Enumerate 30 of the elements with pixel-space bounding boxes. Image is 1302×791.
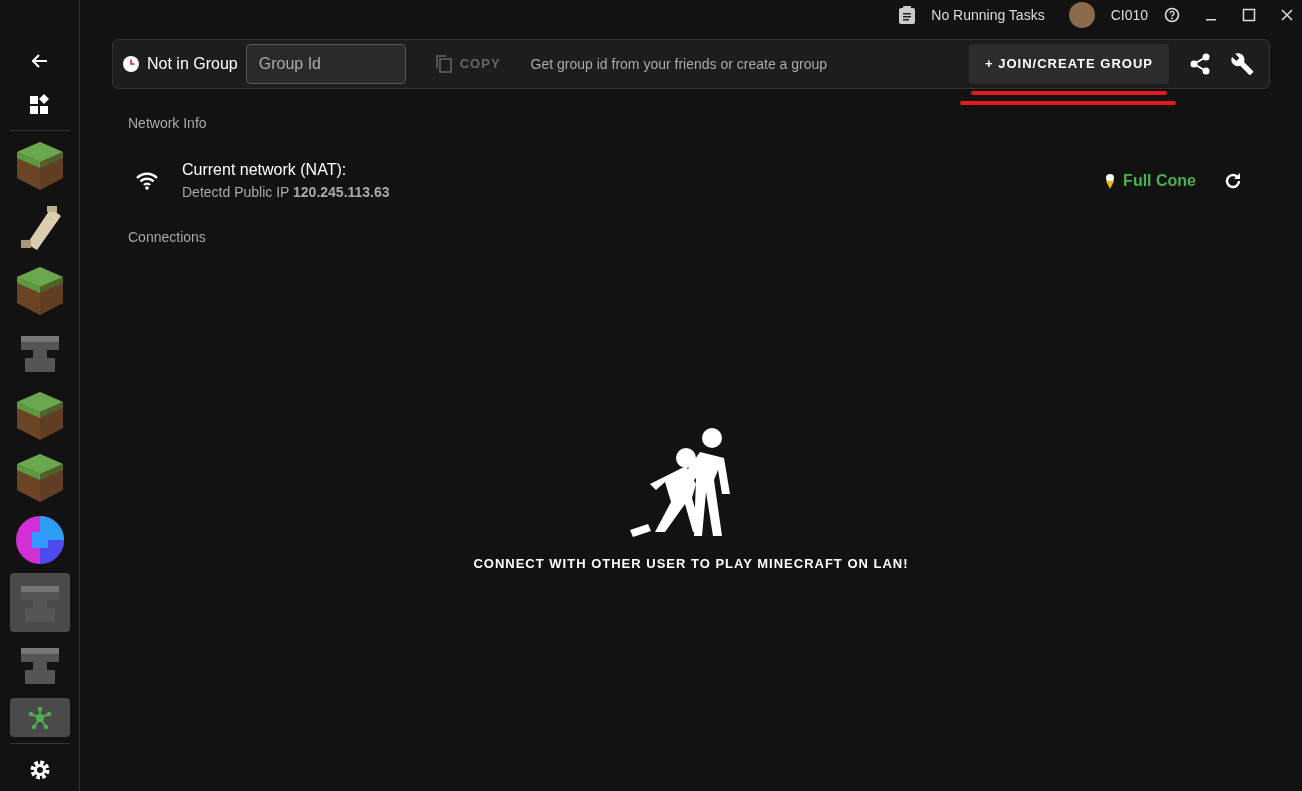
ice-cream-icon bbox=[1105, 172, 1116, 189]
network-title: Current network (NAT): bbox=[182, 160, 348, 180]
nat-type: Full Cone bbox=[1123, 170, 1196, 191]
clipboard-icon[interactable] bbox=[899, 6, 916, 24]
grass-block-icon bbox=[16, 142, 63, 191]
hint-text: Get group id from your friends or create a group bbox=[530, 54, 828, 74]
back-arrow-icon bbox=[31, 54, 48, 69]
close-icon[interactable] bbox=[1280, 8, 1294, 22]
grass-block-icon bbox=[16, 266, 63, 315]
task-status[interactable]: No Running Tasks bbox=[931, 4, 1045, 26]
grass-block-icon bbox=[16, 453, 63, 502]
avatar-icon[interactable] bbox=[1068, 2, 1095, 28]
settings-icon bbox=[28, 758, 51, 781]
public-ip-text: Detectd Public IP 120.245.113.63 bbox=[182, 183, 390, 202]
apps-icon bbox=[29, 94, 50, 115]
sidebar-item[interactable] bbox=[9, 698, 70, 738]
empty-state-message: CONNECT WITH OTHER USER TO PLAY MINECRAFT ON LAN! bbox=[473, 555, 909, 573]
grass-block-icon bbox=[16, 391, 63, 440]
section-heading: Network Info bbox=[128, 114, 207, 133]
clock-icon bbox=[123, 56, 139, 72]
wifi-icon bbox=[136, 171, 158, 190]
patchwork-icon bbox=[15, 516, 64, 565]
username[interactable]: CI010 bbox=[1110, 4, 1148, 26]
group-status: Not in Group bbox=[147, 54, 238, 74]
section-heading: Connections bbox=[128, 228, 206, 247]
group-id-field[interactable]: Group Id bbox=[245, 44, 406, 84]
copy-icon bbox=[435, 55, 452, 73]
maximize-icon[interactable] bbox=[1242, 8, 1256, 22]
network-nodes-icon bbox=[27, 706, 52, 729]
help-icon[interactable] bbox=[1164, 7, 1180, 23]
